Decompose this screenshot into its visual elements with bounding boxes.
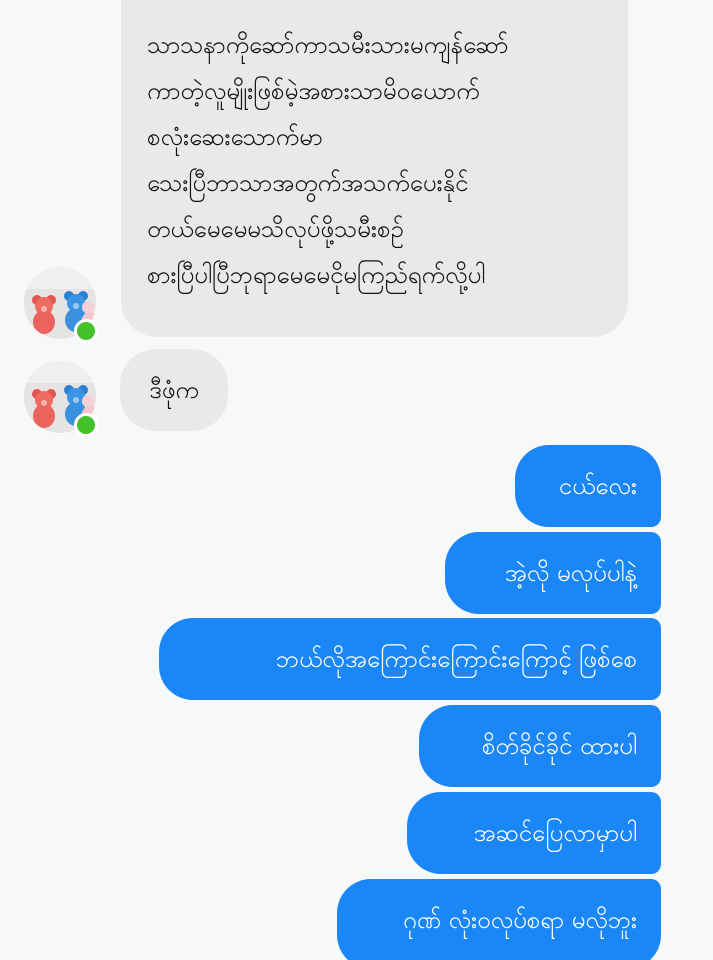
message-line: တယ်မေမေမသိလုပ်ဖို့သမီးစဉ် [147, 215, 404, 243]
online-status-indicator [74, 319, 98, 343]
chat-screen: သာသနာကိုဆော်ကာသမီးသားမကျန်ဆော် ကာတဲ့လူမျ… [0, 0, 713, 960]
message-text: ဒီဖုံက [149, 376, 199, 404]
incoming-message-bubble[interactable]: ဒီဖုံက [120, 349, 228, 431]
online-status-indicator [74, 413, 98, 437]
message-text: ဘယ်လိုအကြောင်းကြောင်းကြောင့် ဖြစ်စေ [275, 645, 637, 673]
outgoing-message-bubble[interactable]: ဘယ်လိုအကြောင်းကြောင်းကြောင့် ဖြစ်စေ [159, 618, 661, 700]
outgoing-message-bubble[interactable]: အဲ့လို မလုပ်ပါနဲ့ [445, 532, 661, 614]
message-text: ဂုဏ် လုံးဝလုပ်စရာ မလိုဘူး [403, 906, 637, 934]
outgoing-message-bubble[interactable]: အဆင်ပြေလာမှာပါ [407, 792, 661, 874]
message-text: ငယ်လေး [558, 472, 637, 500]
message-line: ကာတဲ့လူမျိုးဖြစ်မဲ့အစားသာမိဝယောက် [147, 77, 480, 105]
outgoing-message-bubble[interactable]: ငယ်လေး [515, 445, 661, 527]
contact-avatar[interactable] [24, 361, 98, 437]
incoming-message-bubble[interactable]: သာသနာကိုဆော်ကာသမီးသားမကျန်ဆော် ကာတဲ့လူမျ… [121, 0, 628, 337]
message-text: အဲ့လို မလုပ်ပါနဲ့ [504, 559, 637, 587]
message-text: စိတ်ခိုင်ခိုင် ထားပါ [481, 732, 637, 760]
message-line: စားပြီပါပြီဘုရာမေမေငိုမကြည်ရက်လို့ပါ [147, 261, 486, 289]
message-line: စလုံးဆေးသောက်မာ [147, 123, 323, 151]
message-text: အဆင်ပြေလာမှာပါ [473, 819, 637, 847]
message-line: သေးပြီဘာသာအတွက်အသက်ပေးနိုင် [147, 169, 469, 197]
outgoing-message-bubble[interactable]: ဂုဏ် လုံးဝလုပ်စရာ မလိုဘူး [337, 879, 661, 960]
outgoing-message-bubble[interactable]: စိတ်ခိုင်ခိုင် ထားပါ [419, 705, 661, 787]
message-line: သာသနာကိုဆော်ကာသမီးသားမကျန်ဆော် [147, 31, 509, 59]
contact-avatar[interactable] [24, 267, 98, 343]
